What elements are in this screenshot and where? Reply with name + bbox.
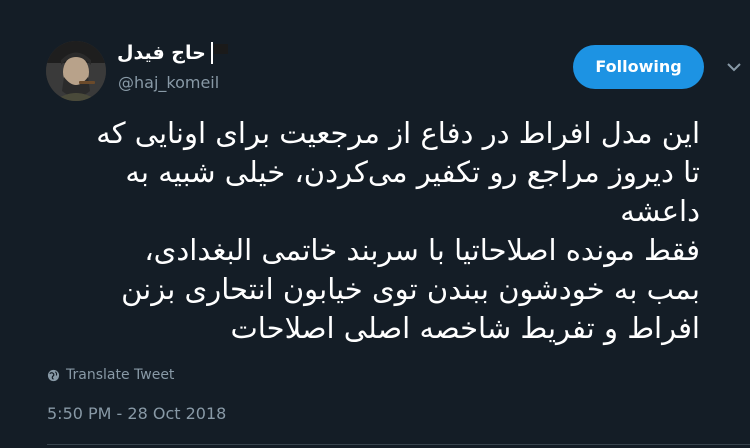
tweet-text: این مدل افراط در دفاع از مرجعیت برای اون… (40, 114, 700, 348)
following-button[interactable]: Following (573, 45, 704, 89)
translate-tweet-link[interactable]: Translate Tweet (47, 367, 174, 383)
flag-icon (211, 42, 228, 64)
tweet-card: حاج فیدل @haj_komeil Following این مدل ا… (0, 0, 750, 448)
portrait-avatar-icon (46, 41, 106, 101)
tweet-line: افراط و تفریط شاخصه اصلی اصلاحات (230, 311, 701, 345)
tweet-line: فقط مونده اصلاحاتیا با سربند خاتمی البغد… (144, 233, 700, 267)
tweet-line: تا دیروز مراجع رو تکفیر می‌کردن، خیلی شب… (125, 155, 700, 189)
divider (47, 444, 750, 445)
avatar[interactable] (46, 41, 106, 101)
tweet-line: داعشه (620, 194, 700, 228)
display-name[interactable]: حاج فیدل (117, 42, 206, 64)
username[interactable]: @haj_komeil (118, 73, 219, 92)
globe-icon (47, 369, 60, 381)
tweet-line: این مدل افراط در دفاع از مرجعیت برای اون… (96, 116, 700, 150)
timestamp[interactable]: 5:50 PM - 28 Oct 2018 (47, 404, 226, 423)
translate-tweet-label[interactable]: Translate Tweet (66, 367, 174, 383)
tweet-line: بمب به خودشون ببندن توی خیابون انتحاری ب… (121, 272, 700, 306)
chevron-down-icon[interactable] (727, 62, 741, 72)
